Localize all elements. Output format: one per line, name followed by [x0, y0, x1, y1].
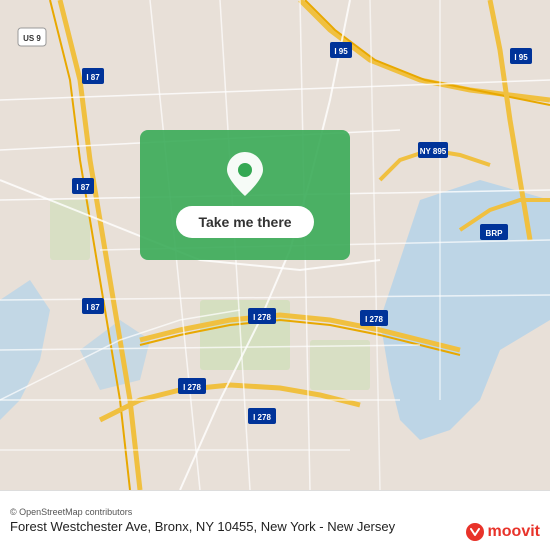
svg-text:BRP: BRP: [486, 229, 504, 238]
svg-text:I 87: I 87: [86, 303, 100, 312]
location-pin-icon: [227, 152, 263, 196]
svg-text:I 278: I 278: [253, 413, 271, 422]
map-area: US 9 I 87 I 87 I 87 I 95 I 95 NY 895 BRP…: [0, 0, 550, 490]
osm-attribution: © OpenStreetMap contributors: [10, 507, 540, 517]
svg-text:I 278: I 278: [253, 313, 271, 322]
svg-text:US 9: US 9: [23, 34, 41, 43]
svg-text:I 95: I 95: [334, 47, 348, 56]
moovit-logo: moovit: [465, 522, 540, 542]
svg-text:I 278: I 278: [365, 315, 383, 324]
svg-text:NY 895: NY 895: [420, 147, 447, 156]
take-me-there-button[interactable]: Take me there: [176, 206, 313, 238]
svg-text:I 95: I 95: [514, 53, 528, 62]
navigation-panel: Take me there: [140, 130, 350, 260]
svg-text:I 278: I 278: [183, 383, 201, 392]
footer: © OpenStreetMap contributors Forest West…: [0, 490, 550, 550]
svg-text:I 87: I 87: [86, 73, 100, 82]
moovit-brand-text: moovit: [488, 523, 540, 541]
svg-text:I 87: I 87: [76, 183, 90, 192]
moovit-icon: [465, 522, 485, 542]
address-text: Forest Westchester Ave, Bronx, NY 10455,…: [10, 519, 395, 534]
